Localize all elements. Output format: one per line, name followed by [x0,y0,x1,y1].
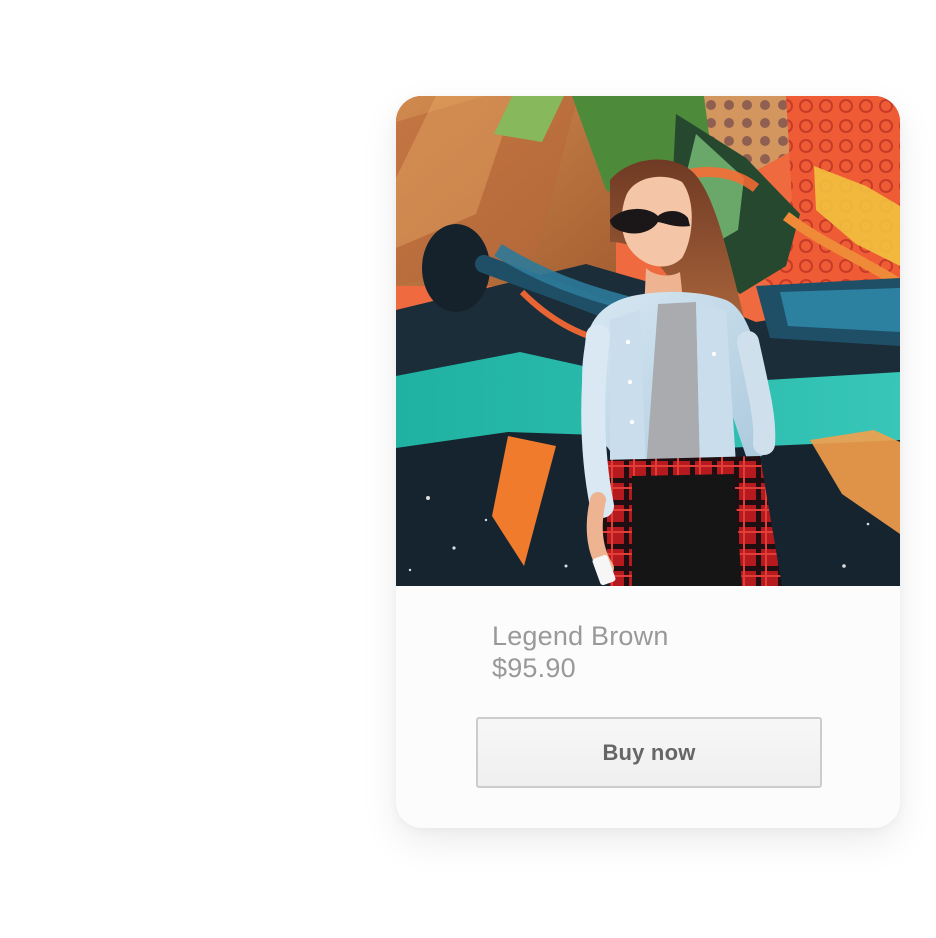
product-photo [396,96,900,586]
buy-now-button[interactable]: Buy now [476,717,822,788]
product-card: Legend Brown $95.90 Buy now [396,96,900,828]
product-info: Legend Brown $95.90 [492,620,822,684]
product-name: Legend Brown [492,621,669,651]
street-art-photo-illustration [396,96,900,586]
page-canvas: Legend Brown $95.90 Buy now [0,0,936,938]
product-price: $95.90 [492,653,576,683]
